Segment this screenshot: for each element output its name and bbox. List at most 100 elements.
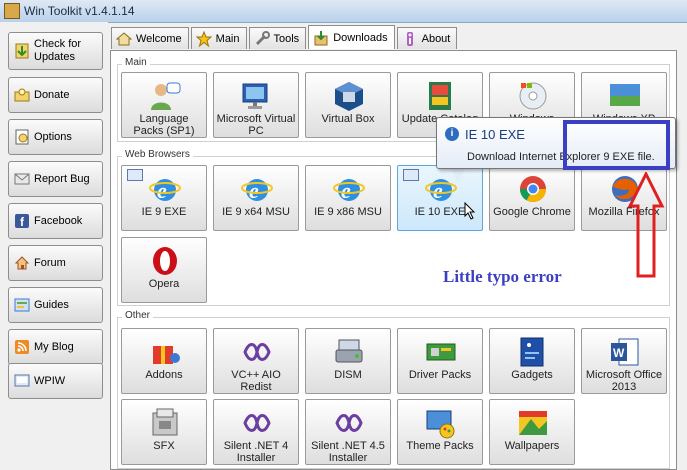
addons-tile[interactable]: Addons [121, 328, 207, 394]
driver-packs-tile[interactable]: Driver Packs [397, 328, 483, 394]
ie-icon: e [149, 178, 181, 203]
report-bug-button[interactable]: Report Bug [8, 161, 103, 197]
virtualbox-tile[interactable]: Virtual Box [305, 72, 391, 138]
gadgets-tile[interactable]: Gadgets [489, 328, 575, 394]
blog-icon [14, 339, 30, 355]
language-packs-icon [151, 82, 181, 110]
options-button[interactable]: Options [8, 119, 103, 155]
other-group: Other Addons VC++ AIO Redist DISM Driver… [117, 310, 670, 469]
sidebar-item-label: Check for Updates [34, 38, 82, 63]
tooltip-tail [450, 168, 466, 182]
update-catalog-icon [429, 82, 451, 110]
group-title: Web Browsers [122, 149, 193, 160]
tile-label: Virtual Box [321, 113, 375, 125]
tab-welcome[interactable]: Welcome [111, 27, 189, 49]
google-chrome-tile[interactable]: Google Chrome [489, 165, 575, 231]
annotation-text: Little typo error [443, 267, 562, 286]
vc-redist-tile[interactable]: VC++ AIO Redist [213, 328, 299, 394]
wallpapers-icon [519, 411, 547, 435]
sfx-tile[interactable]: SFX [121, 399, 207, 465]
tab-label: Tools [273, 32, 300, 45]
tooltip-title: IE 10 EXE [465, 127, 525, 142]
tools-icon [254, 30, 270, 47]
annotation-highlight-box [563, 120, 670, 170]
group-title: Main [122, 57, 150, 68]
tile-label: IE 9 x86 MSU [314, 206, 382, 218]
tab-tools[interactable]: Tools [248, 27, 307, 49]
report-bug-icon [14, 171, 30, 187]
annotation-arrow-icon [627, 172, 665, 278]
my-blog-button[interactable]: My Blog [8, 329, 103, 365]
svg-text:e: e [341, 178, 351, 203]
tile-label: Silent .NET 4 Installer [223, 440, 289, 464]
donate-button[interactable]: Donate [8, 77, 103, 113]
tab-label: Main [215, 32, 240, 45]
facebook-button[interactable]: f Facebook [8, 203, 103, 239]
app-icon [4, 3, 20, 19]
language-packs-tile[interactable]: Language Packs (SP1) [121, 72, 207, 138]
tab-label: About [421, 32, 451, 45]
tile-label: Silent .NET 4.5 Installer [311, 440, 385, 464]
facebook-icon: f [14, 213, 30, 229]
tile-label: VC++ AIO Redist [231, 369, 281, 393]
sidebar-item-label: Facebook [34, 214, 83, 227]
info-icon [402, 31, 418, 47]
ie9-x64-msu-tile[interactable]: e IE 9 x64 MSU [213, 165, 299, 231]
windows-disc-icon [519, 82, 547, 110]
tile-label: Theme Packs [406, 440, 474, 452]
wallpapers-tile[interactable]: Wallpapers [489, 399, 575, 465]
svg-text:e: e [249, 178, 259, 203]
svg-text:e: e [433, 178, 443, 203]
visual-studio-icon [243, 343, 271, 361]
ie10-exe-tile[interactable]: e IE 10 EXE [397, 165, 483, 231]
sfx-icon [152, 408, 178, 436]
tab-about[interactable]: About [396, 27, 458, 49]
svg-text:W: W [613, 346, 625, 360]
office-2013-tile[interactable]: W Microsoft Office 2013 [581, 328, 667, 394]
windows-xp-icon [610, 84, 640, 106]
sidebar: Check for Updates Donate Options Report … [0, 22, 108, 470]
driver-packs-icon [426, 343, 456, 361]
forum-button[interactable]: Forum [8, 245, 103, 281]
tab-label: Downloads [333, 31, 388, 44]
tile-label: Driver Packs [408, 369, 472, 381]
check-updates-button[interactable]: Check for Updates [8, 32, 103, 70]
guides-button[interactable]: Guides [8, 287, 103, 323]
opera-tile[interactable]: Opera [121, 237, 207, 303]
tile-label: Wallpapers [504, 440, 560, 452]
sidebar-item-label: Donate [34, 88, 70, 101]
tile-label: IE 9 x64 MSU [222, 206, 290, 218]
sidebar-item-label: Forum [34, 256, 66, 269]
dotnet-icon [335, 414, 363, 432]
svg-text:e: e [157, 178, 167, 203]
group-title: Other [122, 310, 154, 321]
home-icon [116, 31, 132, 47]
ie9-x86-msu-tile[interactable]: e IE 9 x86 MSU [305, 165, 391, 231]
download-arrow-icon [14, 43, 30, 59]
tab-main[interactable]: Main [190, 27, 247, 49]
silent-net4-tile[interactable]: Silent .NET 4 Installer [213, 399, 299, 465]
opera-icon [153, 247, 177, 275]
dotnet-icon [243, 414, 271, 432]
tile-label: Opera [148, 278, 180, 290]
silent-net45-tile[interactable]: Silent .NET 4.5 Installer [305, 399, 391, 465]
wpiw-button[interactable]: WPIW [8, 363, 103, 399]
sidebar-item-label: Report Bug [34, 172, 90, 185]
theme-packs-tile[interactable]: Theme Packs [397, 399, 483, 465]
downloads-panel: Main Language Packs (SP1) Microsoft Virt… [110, 50, 677, 470]
ie9-exe-tile[interactable]: e IE 9 EXE [121, 165, 207, 231]
virtual-pc-tile[interactable]: Microsoft Virtual PC [213, 72, 299, 138]
tile-label: Microsoft Office 2013 [585, 369, 663, 393]
dism-tile[interactable]: DISM [305, 328, 391, 394]
info-icon: i [445, 127, 459, 141]
tile-label: Addons [145, 369, 183, 381]
tab-downloads[interactable]: Downloads [308, 25, 395, 49]
chrome-icon [519, 176, 547, 203]
ie-icon: e [241, 178, 273, 203]
ie-icon: e [333, 178, 365, 203]
tab-bar: Welcome Main Tools Downloads About [111, 25, 459, 51]
sidebar-item-label: Guides [34, 298, 69, 311]
tile-label: DISM [334, 369, 362, 381]
addons-icon [153, 346, 180, 364]
forum-icon [14, 255, 30, 271]
